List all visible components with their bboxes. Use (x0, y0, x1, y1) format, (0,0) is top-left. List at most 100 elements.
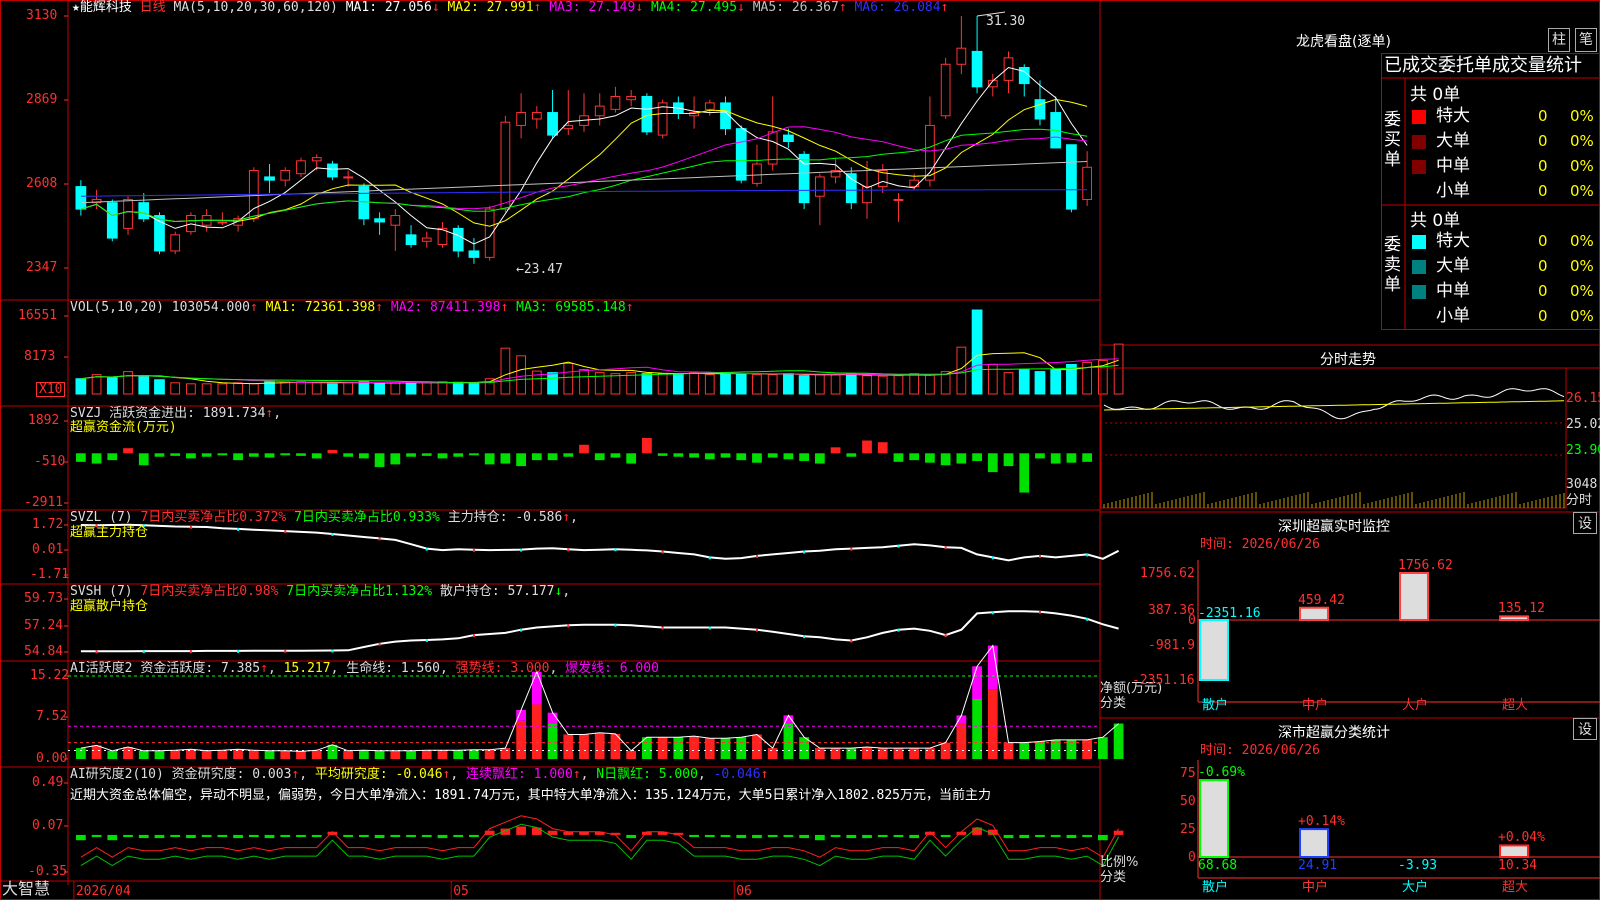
ai-research-arrow3: ↑ (572, 767, 581, 782)
svzl-line-dot (897, 544, 900, 548)
candle-body (641, 95, 653, 133)
candle-body (704, 102, 715, 110)
stock-name: 能辉科技 (79, 0, 132, 15)
vol-title: VOL(5,10,20) 103054.000 (70, 300, 251, 315)
ma-value-6: MA6: 26.084 (854, 0, 941, 15)
svzl-line-dot (425, 547, 428, 551)
sell-row-name: 小单 (1436, 306, 1470, 326)
flow-bar (594, 453, 605, 461)
activity-bar (217, 750, 228, 759)
volume-bar (437, 381, 448, 395)
buy-row-name: 中单 (1436, 156, 1470, 176)
intraday-avg-line (1104, 400, 1564, 411)
stats-time: 时间: 2026/06/26 (1200, 743, 1320, 758)
svzl-line-dot (944, 546, 947, 550)
monitor-category: 散户 (1202, 698, 1229, 713)
volume-bar (720, 372, 731, 395)
sell-orders-label: 委卖单 (1384, 235, 1401, 295)
activity-bar (1035, 741, 1045, 759)
ma-value-2: MA2: 27.991 (447, 0, 534, 15)
frame-outer (0, 0, 1600, 900)
stats-foot: 分类 (1100, 870, 1127, 885)
monitor-y-tick: 1756.62 (1140, 566, 1195, 581)
candle-body (893, 198, 904, 201)
research-bar (296, 834, 306, 838)
flow-bar (138, 453, 149, 466)
volume-bar (280, 381, 291, 395)
activity-bar (264, 750, 275, 759)
flow-bar (154, 453, 165, 457)
stats-bar-value: -3.93 (1398, 858, 1438, 873)
ai-active-item4: 强势线: 3.000 (455, 661, 550, 676)
vol-unit-label[interactable]: X10 (36, 382, 66, 397)
svzl-line-dot (567, 548, 570, 552)
activity-bar (248, 750, 259, 759)
order-stats-tab[interactable]: 已成交委托单成交量统计 (1384, 54, 1582, 78)
vol-ma-arrow-1: ↑ (375, 300, 384, 315)
flow-bar (987, 453, 998, 473)
volume-bar (579, 369, 589, 395)
candle-body (610, 95, 621, 110)
svsh-line-dot (708, 626, 711, 630)
activity-bar (862, 747, 872, 759)
bar-mode-button[interactable]: 柱 (1548, 28, 1570, 52)
activity-bar (201, 750, 212, 759)
flow-bar (1082, 453, 1093, 462)
svzl-line-dot (708, 556, 711, 560)
research-bar (862, 834, 872, 839)
svsh-y-tick-2: 54.84 (24, 644, 64, 659)
low-price-marker: ←23.47 (516, 262, 563, 277)
monitor-settings-button[interactable]: 设 (1573, 512, 1597, 534)
ai-research-y-tick-2: -0.35 (28, 864, 68, 879)
ai-research-header: AI研究度2(10) 资金研究度: 0.003↑, 平均研究度: -0.046↑… (70, 767, 769, 782)
buy-swatch (1412, 110, 1426, 124)
tick-mode-button[interactable]: 笔 (1575, 28, 1597, 52)
svzl-y-tick-1: 0.01 (32, 542, 64, 557)
volume-bar (752, 374, 762, 395)
flow-bar (1019, 453, 1030, 493)
candle-body (752, 163, 762, 184)
stats-y-tick: 0 (1188, 850, 1196, 865)
svzl-line-dot (803, 550, 806, 554)
flow-bar (925, 453, 935, 463)
flow-bar (862, 440, 872, 454)
flow-bar (893, 453, 904, 462)
svsh-line-dot (378, 642, 381, 646)
research-bar (264, 834, 275, 839)
flow-bar (704, 453, 715, 460)
star-icon[interactable]: ★ (72, 0, 80, 15)
ai-research-item2: 平均研究度: -0.046 (314, 767, 443, 782)
activity-bar (453, 750, 464, 759)
volume-bar (704, 374, 715, 395)
ma-line-3 (80, 126, 1088, 223)
research-bar (752, 834, 762, 839)
intraday-vol-label: 3048 (1566, 477, 1598, 492)
svsh-header: SVSH (7) 7日内买卖净占比0.98% 7日内买卖净占比1.132% 散户… (70, 584, 571, 599)
candle-body (327, 163, 338, 178)
stats-settings-button[interactable]: 设 (1573, 718, 1597, 740)
svzl-sub: 超赢主力持仓 (70, 525, 149, 540)
volume-bar (814, 374, 825, 395)
activity-burst-bar (972, 666, 982, 700)
svzj-value: 活跃资金进出: 1891.734 (109, 406, 266, 421)
intraday-title[interactable]: 分时走势 (1320, 349, 1376, 369)
activity-bar (359, 750, 369, 759)
x-axis-label: 06 (736, 884, 752, 899)
activity-bar (327, 744, 338, 759)
svzl-line-dot (520, 548, 523, 552)
ma-line-4 (80, 128, 1088, 223)
volume-bar (971, 309, 983, 395)
flow-bar (642, 437, 652, 454)
volume-bar (563, 362, 574, 395)
activity-bar (390, 750, 401, 759)
vol-spacer (508, 300, 516, 315)
period-label[interactable]: 日线 (140, 0, 166, 15)
research-bar (248, 834, 259, 838)
flow-bar (201, 453, 212, 457)
svzl-line (80, 523, 1120, 562)
ma-spacer (643, 0, 651, 15)
chart-canvas[interactable] (0, 0, 1600, 900)
volume-bar (186, 383, 196, 395)
ai-research-item3: 连续飘红: 1.000 (466, 767, 573, 782)
ai-active-y-tick-2: 0.00 (36, 751, 68, 766)
